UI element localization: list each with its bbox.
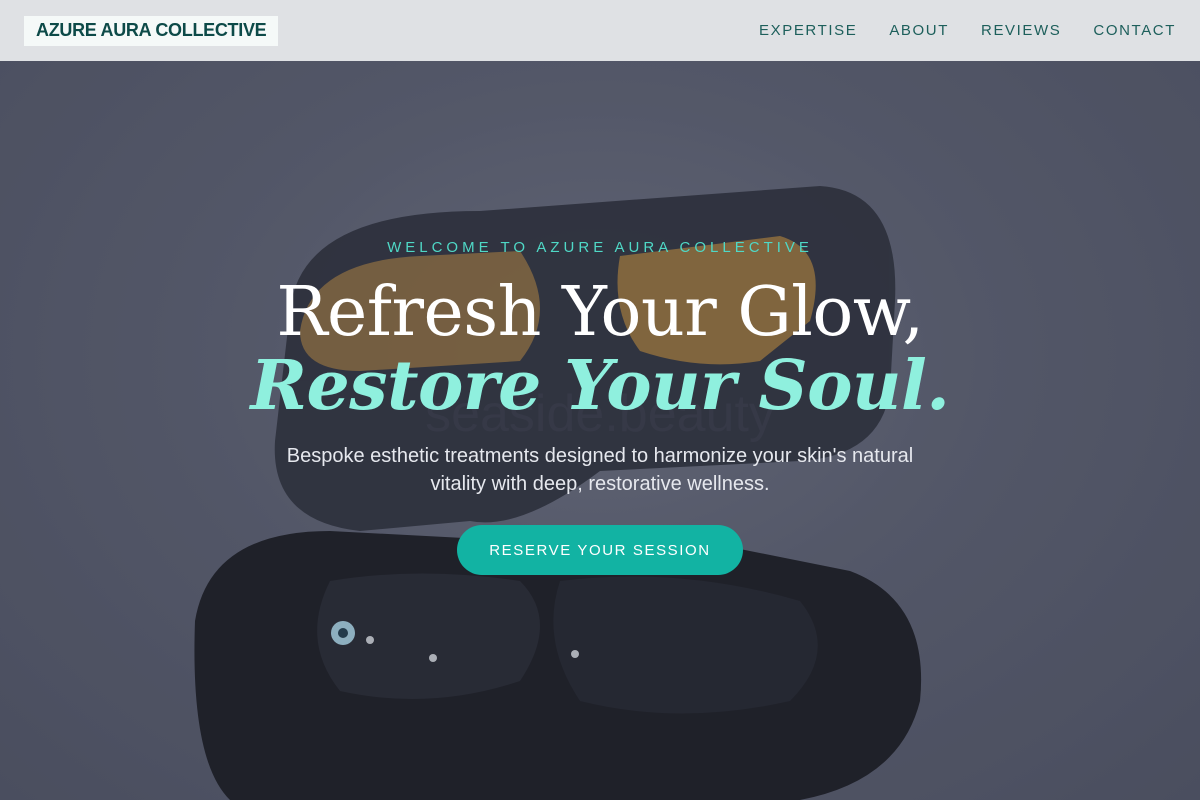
- nav-link-about[interactable]: ABOUT: [889, 22, 949, 39]
- nav-link-expertise[interactable]: EXPERTISE: [759, 22, 857, 39]
- brand-logo[interactable]: AZURE AURA COLLECTIVE: [24, 15, 279, 46]
- hero-section: seaside.beauty WELCOME TO AZURE AURA COL…: [0, 61, 1200, 800]
- hero-content: WELCOME TO AZURE AURA COLLECTIVE Refresh…: [0, 61, 1200, 800]
- hero-subtitle: Bespoke esthetic treatments designed to …: [286, 445, 914, 495]
- reserve-session-button[interactable]: RESERVE YOUR SESSION: [457, 525, 743, 575]
- hero-title-line2: Restore Your Soul.: [250, 346, 950, 426]
- main-nav: EXPERTISE ABOUT REVIEWS CONTACT: [759, 22, 1176, 39]
- hero-title-line1: Refresh Your Glow,: [276, 273, 924, 352]
- hero-eyebrow: WELCOME TO AZURE AURA COLLECTIVE: [387, 239, 813, 256]
- site-header: AZURE AURA COLLECTIVE EXPERTISE ABOUT RE…: [0, 0, 1200, 61]
- nav-link-reviews[interactable]: REVIEWS: [981, 22, 1061, 39]
- nav-link-contact[interactable]: CONTACT: [1093, 22, 1176, 39]
